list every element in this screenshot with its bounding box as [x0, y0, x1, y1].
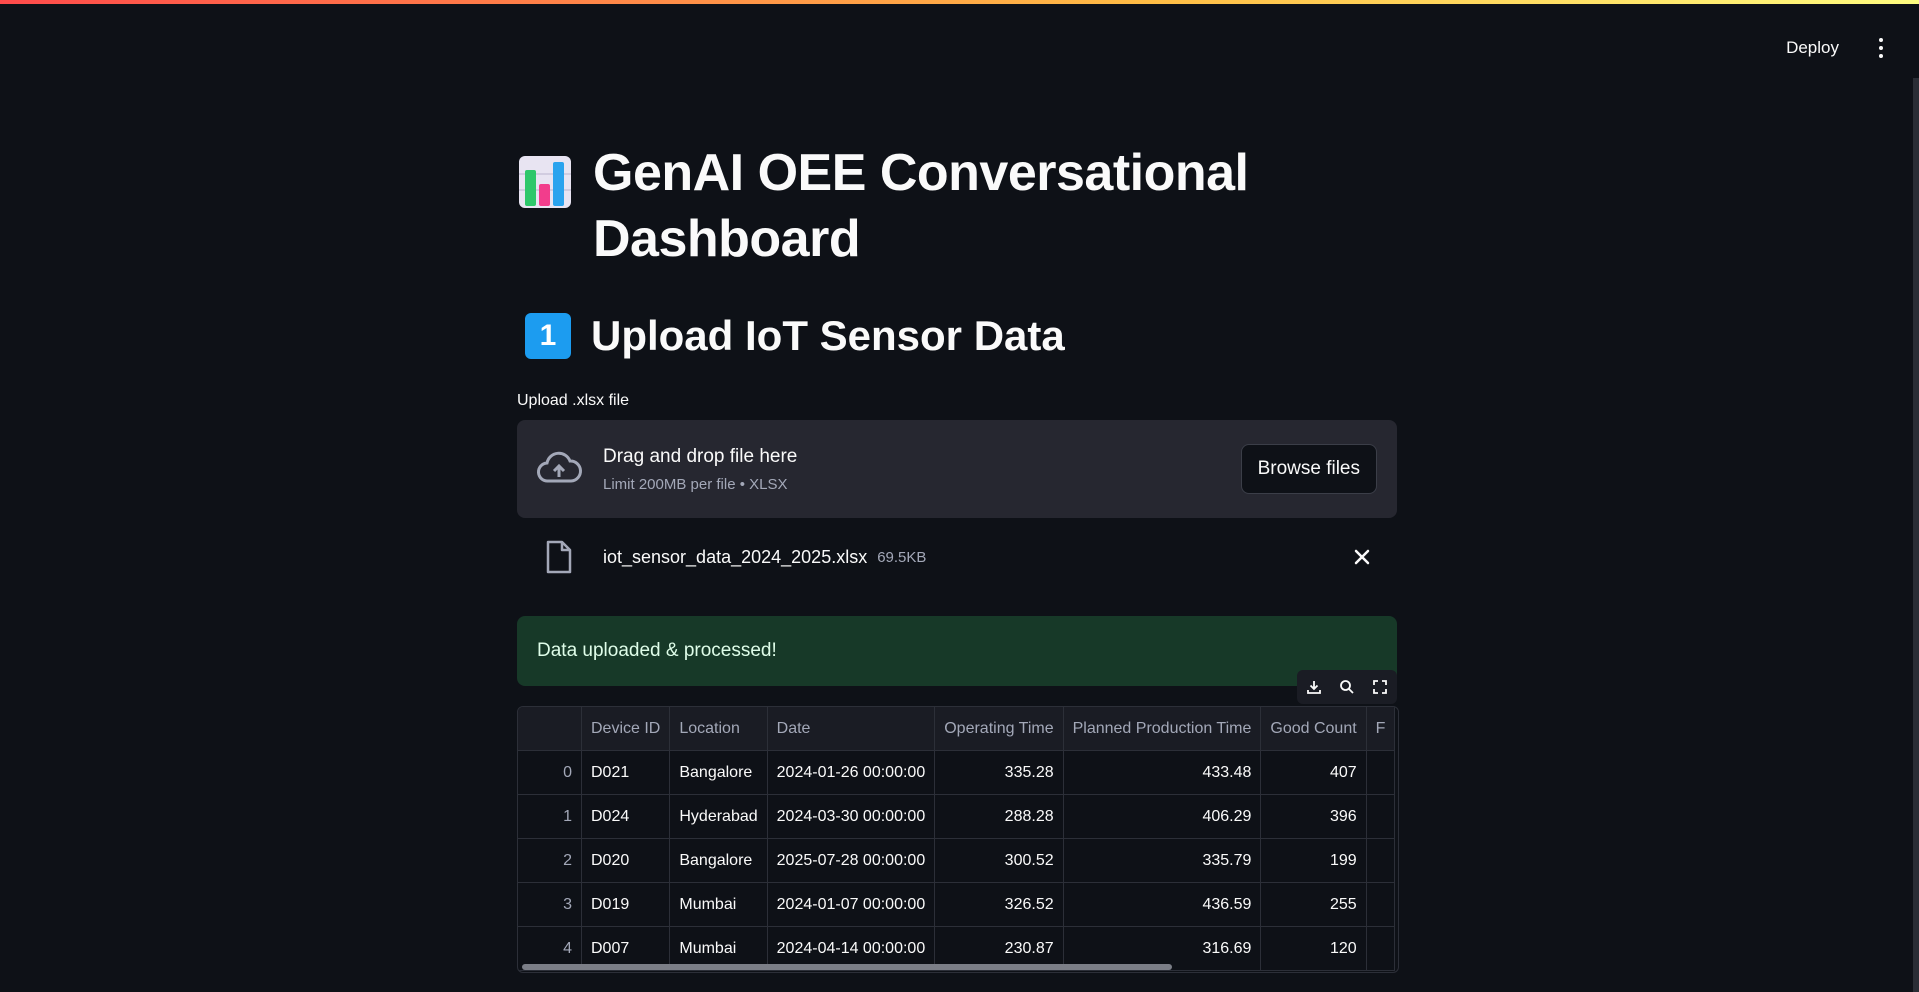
- deploy-button[interactable]: Deploy: [1780, 34, 1845, 62]
- column-header-device-id[interactable]: Device ID: [581, 707, 671, 751]
- cell-planned-production-time[interactable]: 406.29: [1063, 794, 1262, 839]
- cell-planned-production-time[interactable]: 433.48: [1063, 750, 1262, 795]
- dropzone-limit: Limit 200MB per file • XLSX: [603, 475, 788, 493]
- cell-device-id[interactable]: D024: [581, 794, 671, 839]
- table-row[interactable]: 1 D024 Hyderabad 2024-03-30 00:00:00 288…: [518, 794, 1396, 839]
- table-row[interactable]: 2 D020 Bangalore 2025-07-28 00:00:00 300…: [518, 838, 1396, 883]
- data-table[interactable]: Device ID Location Date Operating Time P…: [517, 706, 1399, 973]
- column-header-truncated[interactable]: F: [1366, 707, 1396, 751]
- cell-date[interactable]: 2025-07-28 00:00:00: [767, 838, 936, 883]
- table-header-row: Device ID Location Date Operating Time P…: [518, 707, 1396, 751]
- browse-files-button[interactable]: Browse files: [1240, 444, 1377, 494]
- table-row[interactable]: 0 D021 Bangalore 2024-01-26 00:00:00 335…: [518, 750, 1396, 795]
- row-index: 0: [518, 750, 582, 795]
- row-index: 3: [518, 882, 582, 927]
- cell-truncated[interactable]: [1366, 882, 1396, 927]
- cell-good-count[interactable]: 120: [1260, 926, 1367, 971]
- keycap-one-icon: 1: [525, 313, 571, 359]
- cell-device-id[interactable]: D021: [581, 750, 671, 795]
- cell-device-id[interactable]: D020: [581, 838, 671, 883]
- cell-operating-time[interactable]: 326.52: [934, 882, 1064, 927]
- close-icon[interactable]: [1347, 542, 1377, 572]
- cell-device-id[interactable]: D019: [581, 882, 671, 927]
- row-index: 1: [518, 794, 582, 839]
- search-icon[interactable]: [1338, 678, 1356, 696]
- table-row[interactable]: 3 D019 Mumbai 2024-01-07 00:00:00 326.52…: [518, 882, 1396, 927]
- cell-operating-time[interactable]: 335.28: [934, 750, 1064, 795]
- dropzone-instruction: Drag and drop file here: [603, 445, 798, 467]
- cell-location[interactable]: Bangalore: [669, 838, 768, 883]
- top-decoration-bar: [0, 0, 1919, 4]
- fullscreen-icon[interactable]: [1371, 678, 1389, 696]
- cell-planned-production-time[interactable]: 335.79: [1063, 838, 1262, 883]
- main-content: GenAI OEE Conversational Dashboard 1 Upl…: [517, 140, 1399, 973]
- table-horizontal-scrollbar[interactable]: [522, 964, 1172, 970]
- download-icon[interactable]: [1305, 678, 1323, 696]
- column-header-date[interactable]: Date: [767, 707, 936, 751]
- section-title: Upload IoT Sensor Data: [591, 312, 1065, 359]
- cell-date[interactable]: 2024-01-07 00:00:00: [767, 882, 936, 927]
- column-header-good-count[interactable]: Good Count: [1260, 707, 1367, 751]
- app-header-actions: Deploy: [1780, 34, 1891, 62]
- page-title: GenAI OEE Conversational Dashboard: [593, 144, 1249, 268]
- cell-truncated[interactable]: [1366, 926, 1396, 971]
- upload-label: Upload .xlsx file: [517, 392, 630, 409]
- cell-location[interactable]: Bangalore: [669, 750, 768, 795]
- kebab-menu-icon[interactable]: [1871, 36, 1891, 60]
- cell-truncated[interactable]: [1366, 794, 1396, 839]
- cell-operating-time[interactable]: 300.52: [934, 838, 1064, 883]
- cell-date[interactable]: 2024-01-26 00:00:00: [767, 750, 936, 795]
- file-name: iot_sensor_data_2024_2025.xlsx: [603, 546, 868, 567]
- column-header-planned-production-time[interactable]: Planned Production Time: [1063, 707, 1262, 751]
- title-row: GenAI OEE Conversational Dashboard: [517, 140, 1397, 272]
- cell-date[interactable]: 2024-03-30 00:00:00: [767, 794, 936, 839]
- file-size: 69.5KB: [877, 548, 927, 566]
- success-alert: Data uploaded & processed!: [517, 616, 1397, 686]
- section-header: 1 Upload IoT Sensor Data: [517, 308, 1397, 364]
- cell-location[interactable]: Mumbai: [669, 882, 768, 927]
- column-header-operating-time[interactable]: Operating Time: [934, 707, 1064, 751]
- bar-chart-icon: [519, 156, 571, 208]
- cell-good-count[interactable]: 407: [1260, 750, 1367, 795]
- cloud-upload-icon: [537, 451, 582, 483]
- cell-truncated[interactable]: [1366, 750, 1396, 795]
- dataframe-toolbar: [1297, 670, 1397, 704]
- cell-good-count[interactable]: 396: [1260, 794, 1367, 839]
- column-header-location[interactable]: Location: [669, 707, 768, 751]
- row-index: 2: [518, 838, 582, 883]
- column-header-index[interactable]: [518, 707, 582, 751]
- cell-truncated[interactable]: [1366, 838, 1396, 883]
- cell-location[interactable]: Hyderabad: [669, 794, 768, 839]
- cell-good-count[interactable]: 255: [1260, 882, 1367, 927]
- file-dropzone[interactable]: Drag and drop file here Limit 200MB per …: [517, 420, 1397, 518]
- cell-operating-time[interactable]: 288.28: [934, 794, 1064, 839]
- page-scrollbar[interactable]: [1913, 78, 1919, 992]
- cell-planned-production-time[interactable]: 436.59: [1063, 882, 1262, 927]
- cell-good-count[interactable]: 199: [1260, 838, 1367, 883]
- file-icon: [546, 540, 572, 574]
- uploaded-file-row: iot_sensor_data_2024_2025.xlsx 69.5KB: [517, 518, 1397, 596]
